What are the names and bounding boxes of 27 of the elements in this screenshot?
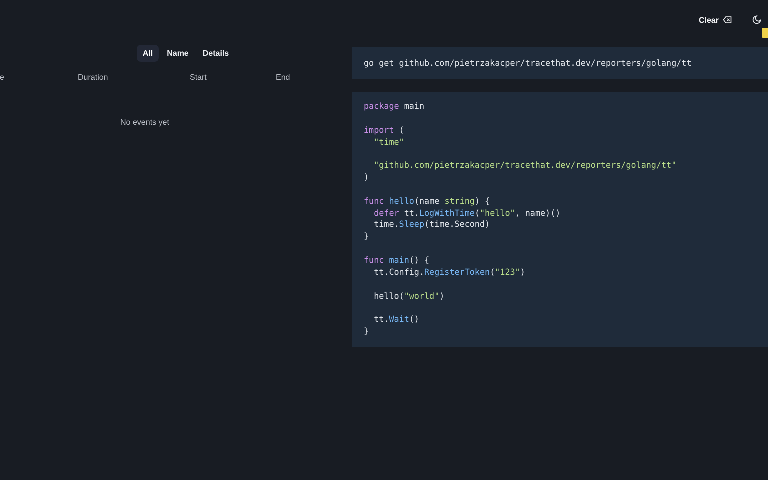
column-header: Duration bbox=[78, 72, 110, 82]
code-line: } bbox=[364, 231, 370, 244]
code-line: tt.Wait() bbox=[373, 314, 420, 326]
moon-icon[interactable] bbox=[750, 13, 764, 27]
badge-icon bbox=[762, 28, 768, 38]
code-line: time.Sleep(time.Second) bbox=[373, 219, 492, 232]
backspace-icon bbox=[723, 16, 732, 24]
code-line: "github.com/pietrzakacper/tracethat.dev/reporters/golang/tt" bbox=[373, 160, 678, 172]
clear-button[interactable]: Clear bbox=[694, 14, 736, 26]
code-line: import ( bbox=[364, 124, 406, 137]
code-line: defer tt.LogWithTime("hello", name)() bbox=[373, 208, 562, 220]
empty-message: No events yet bbox=[120, 118, 170, 127]
code-line: func main() { bbox=[364, 254, 431, 267]
code-line: tt.Config.RegisterToken("123") bbox=[373, 266, 526, 279]
code-line: "time" bbox=[373, 136, 406, 148]
install-command: go get github.com/pietrzakacper/tracethat.dev/reporters/golang/tt bbox=[352, 47, 768, 79]
code-line: ) bbox=[364, 172, 370, 184]
column-header: End bbox=[276, 72, 292, 82]
column-header: Start bbox=[190, 72, 208, 82]
column-header: e bbox=[0, 72, 6, 82]
code-line: func hello(name string) { bbox=[364, 196, 492, 208]
code-line: package main bbox=[364, 101, 426, 113]
filter-tab[interactable]: Name bbox=[161, 44, 195, 62]
code-line: } bbox=[364, 326, 370, 338]
code-line: hello("world") bbox=[373, 290, 446, 302]
filter-tab[interactable]: All bbox=[136, 44, 160, 62]
filter-tab[interactable]: Details bbox=[196, 44, 236, 62]
